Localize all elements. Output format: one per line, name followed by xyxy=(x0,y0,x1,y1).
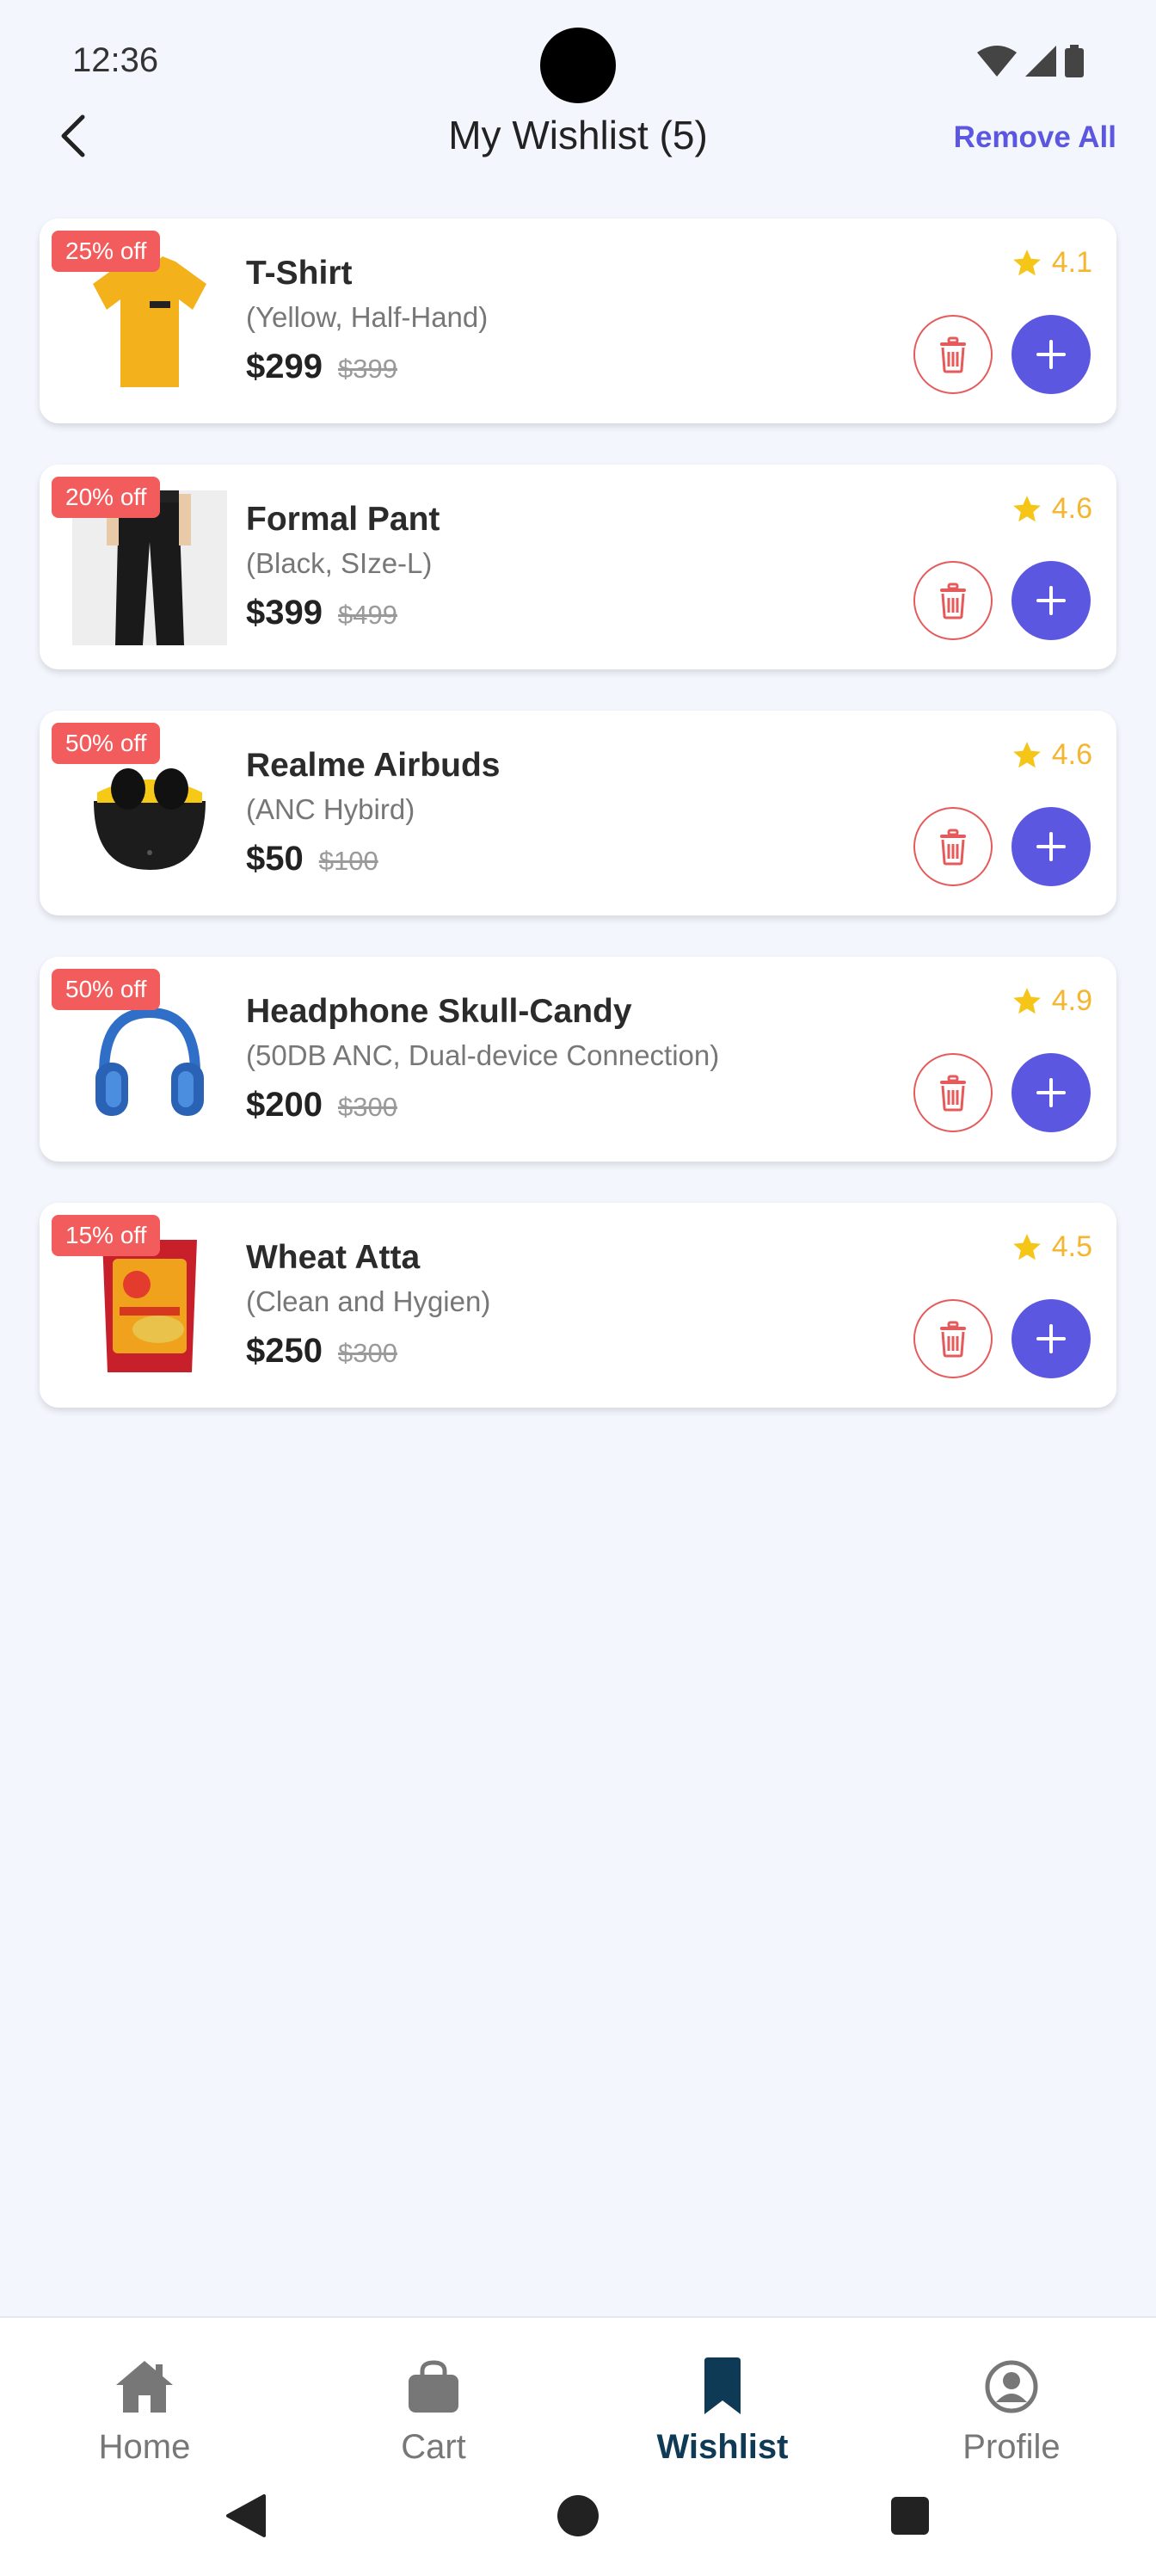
delete-button[interactable] xyxy=(913,315,993,394)
product-price: $299 $399 xyxy=(246,348,397,386)
current-price: $399 xyxy=(246,594,323,632)
discount-badge: 20% off xyxy=(52,477,161,518)
product-name: Formal Pant xyxy=(246,501,440,538)
wishlist-item[interactable]: 25% off T-Shirt (Yellow, Half-Hand) $299… xyxy=(40,219,1116,423)
trash-icon xyxy=(940,582,966,619)
product-rating: 4.5 xyxy=(1011,1230,1092,1264)
rating-value: 4.5 xyxy=(1051,1230,1092,1263)
original-price: $300 xyxy=(337,1092,397,1122)
discount-badge: 15% off xyxy=(52,1215,161,1256)
trash-icon xyxy=(940,1321,966,1358)
wishlist-item[interactable]: 50% off Headphone Skull-Candy (50DB ANC,… xyxy=(40,957,1116,1162)
system-home-button[interactable] xyxy=(554,2492,602,2540)
product-name: Wheat Atta xyxy=(246,1239,421,1276)
nav-cart[interactable]: Cart xyxy=(347,2352,520,2467)
nav-home[interactable]: Home xyxy=(58,2352,231,2467)
original-price: $300 xyxy=(337,1338,397,1368)
delete-button[interactable] xyxy=(913,807,993,886)
rating-value: 4.9 xyxy=(1051,984,1092,1017)
wifi-icon xyxy=(977,46,1017,77)
delete-button[interactable] xyxy=(913,1053,993,1132)
add-to-cart-button[interactable] xyxy=(1012,807,1091,886)
current-price: $299 xyxy=(246,348,323,385)
star-icon xyxy=(1012,249,1041,275)
plus-icon xyxy=(1036,1324,1066,1353)
add-to-cart-button[interactable] xyxy=(1012,1053,1091,1132)
status-time: 12:36 xyxy=(72,41,159,79)
discount-badge: 25% off xyxy=(52,231,161,272)
product-variant: (50DB ANC, Dual-device Connection) xyxy=(246,1039,720,1071)
original-price: $499 xyxy=(337,600,397,630)
rating-value: 4.6 xyxy=(1051,492,1092,525)
nav-home-label: Home xyxy=(98,2428,191,2466)
product-name: T-Shirt xyxy=(246,255,353,292)
product-rating: 4.1 xyxy=(1011,246,1092,280)
star-icon xyxy=(1012,741,1041,767)
header: My Wishlist (5) Remove All xyxy=(0,102,1156,170)
product-rating: 4.9 xyxy=(1011,984,1092,1018)
current-price: $50 xyxy=(246,840,304,878)
product-name: Realme Airbuds xyxy=(246,747,501,784)
product-variant: (ANC Hybird) xyxy=(246,793,415,825)
trash-icon xyxy=(940,829,966,866)
trash-icon xyxy=(940,1075,966,1112)
product-rating: 4.6 xyxy=(1011,738,1092,772)
delete-button[interactable] xyxy=(913,1299,993,1378)
home-icon xyxy=(116,2361,173,2413)
signal-icon xyxy=(1025,46,1056,77)
star-icon xyxy=(1012,1233,1041,1260)
nav-profile-label: Profile xyxy=(962,2428,1061,2466)
wishlist-item[interactable]: 20% off Formal Pant (Black, SIze-L) $399… xyxy=(40,465,1116,669)
wishlist-item[interactable]: 50% off Realme Airbuds (ANC Hybird) $50 $… xyxy=(40,711,1116,915)
nav-profile[interactable]: Profile xyxy=(925,2352,1098,2467)
product-price: $399 $499 xyxy=(246,594,397,632)
wishlist-item[interactable]: 15% off Wheat Atta (Clean and Hygien) $2… xyxy=(40,1203,1116,1408)
plus-icon xyxy=(1036,1078,1066,1107)
current-price: $200 xyxy=(246,1086,323,1124)
bookmark-icon xyxy=(704,2357,741,2414)
shopping-bag-icon xyxy=(409,2360,458,2413)
rating-value: 4.6 xyxy=(1051,738,1092,771)
battery-icon xyxy=(1065,45,1084,77)
product-price: $50 $100 xyxy=(246,840,378,878)
plus-icon xyxy=(1036,586,1066,615)
discount-badge: 50% off xyxy=(52,723,161,764)
product-rating: 4.6 xyxy=(1011,492,1092,526)
nav-wishlist-label: Wishlist xyxy=(656,2428,789,2466)
product-variant: (Yellow, Half-Hand) xyxy=(246,301,489,333)
recents-square-icon xyxy=(891,2497,929,2535)
product-variant: (Black, SIze-L) xyxy=(246,547,433,579)
system-nav-bar xyxy=(0,2480,1156,2548)
system-back-button[interactable] xyxy=(222,2492,270,2540)
product-variant: (Clean and Hygien) xyxy=(246,1285,491,1317)
product-price: $250 $300 xyxy=(246,1332,397,1371)
trash-icon xyxy=(940,336,966,373)
original-price: $100 xyxy=(318,846,378,876)
add-to-cart-button[interactable] xyxy=(1012,1299,1091,1378)
system-recents-button[interactable] xyxy=(886,2492,934,2540)
nav-cart-label: Cart xyxy=(401,2428,466,2466)
remove-all-button[interactable]: Remove All xyxy=(954,120,1116,155)
plus-icon xyxy=(1036,340,1066,369)
wishlist-list: 25% off T-Shirt (Yellow, Half-Hand) $299… xyxy=(40,219,1116,1449)
bottom-nav: Home Cart Wishlist Profile xyxy=(0,2316,1156,2576)
add-to-cart-button[interactable] xyxy=(1012,315,1091,394)
product-name: Headphone Skull-Candy xyxy=(246,993,632,1030)
profile-icon xyxy=(985,2360,1038,2413)
original-price: $399 xyxy=(337,354,397,384)
product-price: $200 $300 xyxy=(246,1086,397,1125)
status-icons xyxy=(977,45,1084,77)
back-triangle-icon xyxy=(226,2494,266,2537)
star-icon xyxy=(1012,495,1041,521)
nav-wishlist[interactable]: Wishlist xyxy=(636,2352,809,2467)
delete-button[interactable] xyxy=(913,561,993,640)
star-icon xyxy=(1012,987,1041,1014)
rating-value: 4.1 xyxy=(1051,246,1092,279)
discount-badge: 50% off xyxy=(52,969,161,1010)
plus-icon xyxy=(1036,832,1066,861)
add-to-cart-button[interactable] xyxy=(1012,561,1091,640)
camera-cutout xyxy=(540,28,616,103)
current-price: $250 xyxy=(246,1332,323,1370)
home-circle-icon xyxy=(557,2495,599,2536)
